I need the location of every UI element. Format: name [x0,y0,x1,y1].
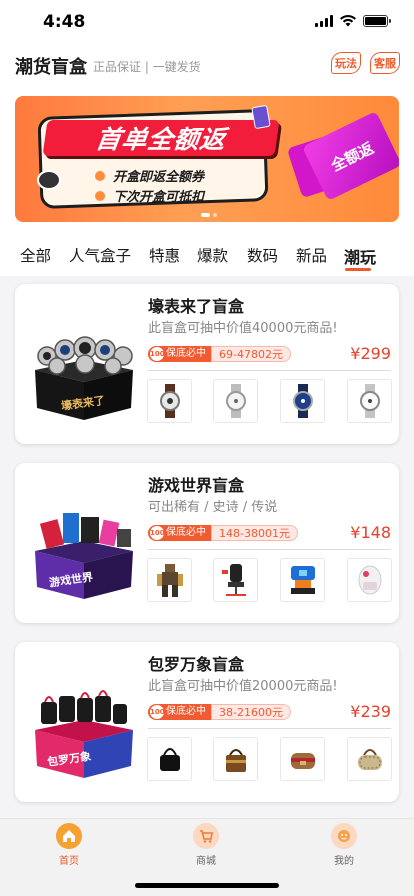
guarantee-percent: 100% [150,526,172,540]
guarantee-percent: 100% [150,705,172,719]
handbag-icon[interactable] [213,737,258,781]
guarantee-label: 保底必中 [166,527,206,538]
status-icons [315,14,391,27]
guarantee-badge: 100% 保底必中 148-38001元 [148,525,298,541]
variety-box-image: 包罗万象 [35,690,133,778]
cart-icon [193,823,219,849]
nav-home-label: 首页 [59,856,79,867]
home-indicator [135,883,279,888]
nav-profile-label: 我的 [334,856,354,867]
banner-title-box: 首单全额返 [42,120,280,156]
divider [148,549,391,550]
price-range: 38-21600元 [211,704,291,720]
price-range: 69-47802元 [211,346,291,362]
page-title: 潮货盲盒 [15,57,87,78]
blindbox-card-watch[interactable]: 壕表来了 壕表来了盲盒 此盲盒可抽中价值40000元商品! 100% 保底必中 6… [15,284,399,444]
status-time: 4:48 [43,12,86,32]
card-price: ¥239 [350,702,391,721]
banner-line-2: 下次开盒可抵扣 [95,186,204,205]
tab-popular[interactable]: 人气盒子 [69,244,131,266]
card-price: ¥148 [350,523,391,542]
console-controller-icon[interactable] [347,558,392,602]
card-desc: 可出稀有 / 史诗 / 传说 [148,500,278,515]
handbag-icon[interactable] [280,737,325,781]
phone-icon [251,104,271,130]
robot-figure-icon[interactable] [147,558,192,602]
status-bar: 4:48 [0,0,414,46]
ticket-text: 全额返 [328,138,377,175]
watch-icon[interactable] [147,379,192,423]
category-tabs: 全部 人气盒子 特惠 爆款 数码 新品 潮玩 [0,240,414,276]
handbag-icon[interactable] [147,737,192,781]
watch-icon[interactable] [280,379,325,423]
signal-icon [315,14,333,27]
card-title: 游戏世界盲盒 [148,476,245,495]
banner-line-1-text: 开盒即返全额券 [113,170,205,185]
prize-thumbnails [147,558,393,602]
card-desc: 此盲盒可抽中价值40000元商品! [148,321,338,336]
card-title: 壕表来了盲盒 [148,297,245,316]
card-title: 包罗万象盲盒 [148,655,245,674]
racing-seat-icon[interactable] [280,558,325,602]
price-range: 148-38001元 [211,525,298,541]
banner-pagination [201,213,217,217]
tab-new[interactable]: 新品 [296,244,327,266]
banner-line-2-text: 下次开盒可抵扣 [113,190,205,205]
game-box-image: 游戏世界 [35,513,133,599]
tab-trendy-toys[interactable]: 潮玩 [344,244,376,268]
divider [148,728,391,729]
top-area: 潮货盲盒 正品保证 | 一键发货 玩法 客服 首单全额返 开盒即返全额券 下次开… [0,46,414,276]
watch-icon[interactable] [213,379,258,423]
prize-thumbnails [147,737,393,781]
wifi-icon [340,14,356,27]
watch-icon[interactable] [347,379,392,423]
battery-icon [363,14,391,27]
profile-icon [331,823,357,849]
tab-digital[interactable]: 数码 [247,244,278,266]
tab-hot[interactable]: 爆款 [197,244,228,266]
customer-service-button[interactable]: 客服 [370,52,400,74]
prize-thumbnails [147,379,393,423]
nav-home[interactable]: 首页 [29,823,109,867]
promo-banner[interactable]: 首单全额返 开盒即返全额券 下次开盒可抵扣 全额返 [15,96,399,222]
divider [148,370,391,371]
gaming-chair-icon[interactable] [213,558,258,602]
rules-button[interactable]: 玩法 [331,52,361,74]
page-subtitle: 正品保证 | 一键发货 [93,60,201,74]
header: 潮货盲盒 正品保证 | 一键发货 玩法 客服 [0,46,414,84]
blindbox-card-variety[interactable]: 包罗万象 包罗万象盲盒 此盲盒可抽中价值20000元商品! 100% 保底必中 3… [15,642,399,802]
banner-title: 首单全额返 [93,125,228,154]
tab-all[interactable]: 全部 [20,244,51,266]
active-tab-indicator [345,268,371,271]
guarantee-label: 保底必中 [166,348,206,359]
nav-profile[interactable]: 我的 [304,823,384,867]
card-desc: 此盲盒可抽中价值20000元商品! [148,679,338,694]
nav-mall[interactable]: 商城 [166,823,246,867]
card-price: ¥299 [350,344,391,363]
tab-discount[interactable]: 特惠 [149,244,180,266]
blindbox-card-game[interactable]: 游戏世界 游戏世界盲盒 可出稀有 / 史诗 / 传说 100% 保底必中 148-… [15,463,399,623]
guarantee-badge: 100% 保底必中 69-47802元 [148,346,291,362]
handbag-icon[interactable] [347,737,392,781]
nav-mall-label: 商城 [196,856,216,867]
home-icon [56,823,82,849]
guarantee-badge: 100% 保底必中 38-21600元 [148,704,291,720]
banner-line-1: 开盒即返全额券 [95,166,204,185]
guarantee-percent: 100% [150,347,172,361]
watch-box-image: 壕表来了 [35,336,133,420]
camera-icon [37,170,61,190]
guarantee-label: 保底必中 [166,706,206,717]
